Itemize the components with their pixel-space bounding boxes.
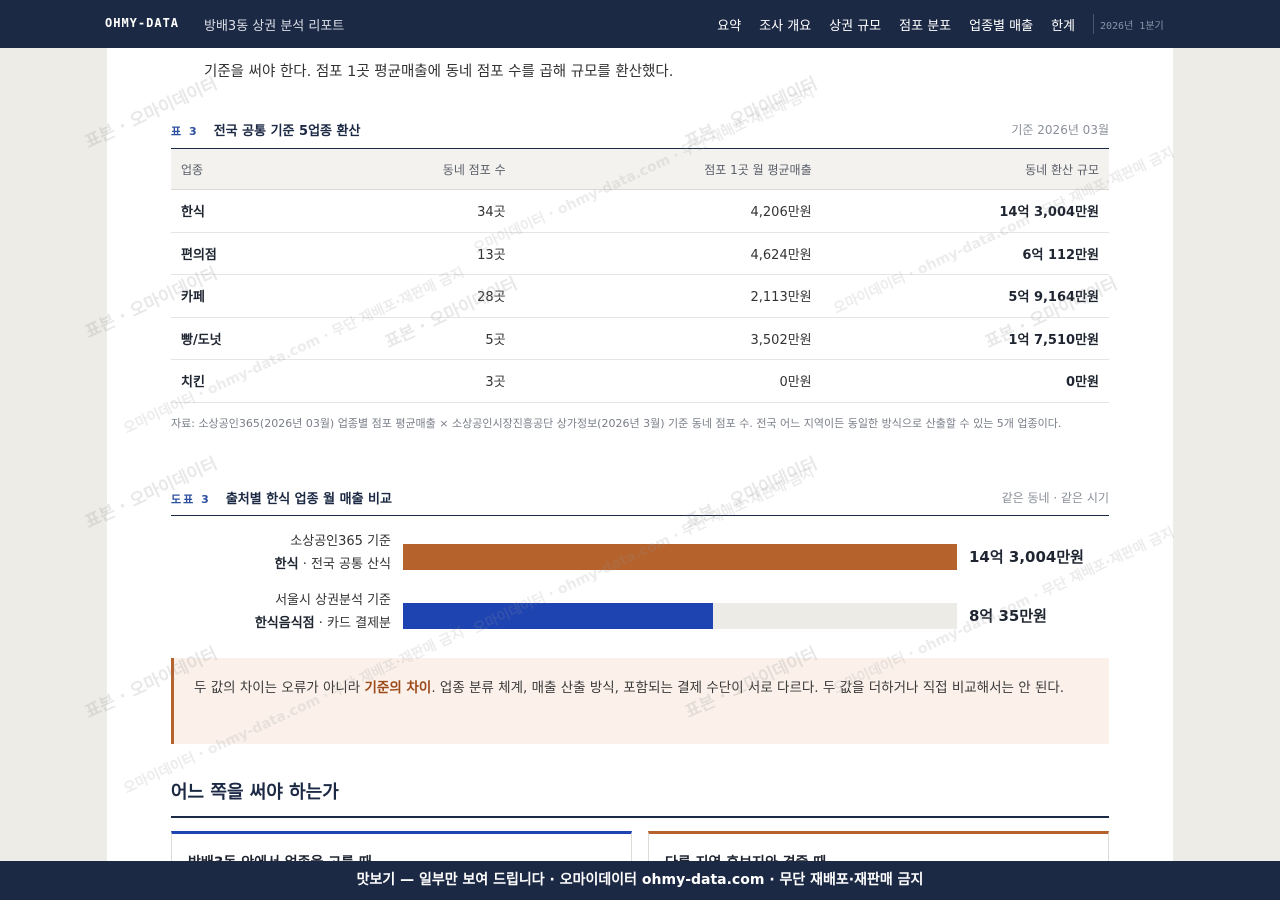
section-nav: 요약 조사 개요 상권 규모 점포 분포 업종별 매출 한계: [717, 15, 1075, 34]
nav-limits[interactable]: 한계: [1051, 15, 1075, 34]
cell-total: 6억 112만원: [821, 232, 1109, 275]
table-caption: 표 3 전국 공통 기준 5업종 환산 기준 2026년 03월: [171, 120, 1109, 139]
bar-category: 한식: [274, 557, 299, 572]
cell-avg: 4,624만원: [515, 232, 822, 275]
cell-category: 편의점: [171, 232, 317, 275]
col-avg-sales: 점포 1곳 월 평균매출: [515, 148, 822, 190]
bar-track: [403, 544, 957, 570]
bar-row-seoul: 서울시 상권분석 기준 한식음식점 · 카드 결제분 8억 35만원: [171, 589, 1109, 639]
figure-tag: 도표 3: [171, 493, 211, 506]
bar-seoul: [403, 603, 714, 629]
cell-avg: 0만원: [515, 359, 822, 403]
col-category: 업종: [171, 148, 317, 190]
table-tag: 표 3: [171, 125, 199, 138]
preview-footer-bar: 맛보기 — 일부만 보여 드립니다 · 오마이데이터 ohmy-data.com…: [0, 861, 1280, 900]
top-nav-bar: OHMY-DATA 방배3동 상권 분석 리포트 요약 조사 개요 상권 규모 …: [0, 0, 1280, 48]
bar-category: 한식음식점: [254, 616, 315, 631]
table-date: 기준 2026년 03월: [1011, 123, 1109, 137]
bar-label: 소상공인365 기준 한식 · 전국 공통 산식: [275, 530, 391, 576]
cell-total: 0만원: [821, 359, 1109, 403]
bar-category-line: 한식음식점 · 카드 결제분: [255, 612, 391, 635]
cell-stores: 28곳: [316, 274, 516, 318]
table-header-row: 업종 동네 점포 수 점포 1곳 월 평균매출 동네 환산 규모: [171, 148, 1109, 190]
cell-category: 한식: [171, 189, 317, 233]
table-source-note: 자료: 소상공인365(2026년 03월) 업종별 점포 평균매출 × 소상공…: [171, 417, 1062, 430]
section-heading: 어느 쪽을 써야 하는가: [171, 778, 1109, 818]
figure-caption: 도표 3 출처별 한식 업종 월 매출 비교 같은 동네 · 같은 시기: [171, 488, 1109, 516]
bar-sbiz365: [403, 544, 957, 570]
nav-summary[interactable]: 요약: [717, 15, 741, 34]
bar-source: 서울시 상권분석 기준: [275, 593, 391, 608]
cell-category: 빵/도넛: [171, 317, 317, 360]
cell-category: 치킨: [171, 359, 317, 403]
table-row: 한식 34곳 4,206만원 14억 3,004만원: [171, 189, 1109, 233]
cell-stores: 34곳: [316, 189, 516, 233]
cell-category: 카페: [171, 274, 317, 318]
table-row: 카페 28곳 2,113만원 5억 9,164만원: [171, 274, 1109, 318]
cell-total: 5억 9,164만원: [821, 274, 1109, 318]
cell-stores: 13곳: [316, 232, 516, 275]
nav-sales-by-category[interactable]: 업종별 매출: [969, 15, 1033, 34]
table-row: 빵/도넛 5곳 3,502만원 1억 7,510만원: [171, 317, 1109, 360]
col-stores: 동네 점포 수: [316, 148, 516, 190]
note-text-before: 두 값의 차이는 오류가 아니라: [194, 680, 365, 696]
nav-store-distribution[interactable]: 점포 분포: [899, 15, 951, 34]
bar-detail: · 전국 공통 산식: [298, 557, 391, 572]
cell-stores: 3곳: [316, 359, 516, 403]
callout-note: 두 값의 차이는 오류가 아니라 기준의 차이. 업종 분류 체계, 매출 산출…: [171, 658, 1109, 744]
cell-avg: 2,113만원: [515, 274, 822, 318]
intro-paragraph: 기준을 써야 한다. 점포 1곳 평균매출에 동네 점포 수를 곱해 규모를 환…: [204, 64, 674, 80]
cell-avg: 4,206만원: [515, 189, 822, 233]
cell-avg: 3,502만원: [515, 317, 822, 360]
cell-stores: 5곳: [316, 317, 516, 360]
nav-overview[interactable]: 조사 개요: [759, 15, 811, 34]
bar-track: [403, 603, 957, 629]
table-row: 편의점 13곳 4,624만원 6억 112만원: [171, 232, 1109, 275]
bar-label: 서울시 상권분석 기준 한식음식점 · 카드 결제분: [255, 589, 391, 635]
cell-total: 14억 3,004만원: [821, 189, 1109, 233]
table-title: 전국 공통 기준 5업종 환산: [213, 124, 361, 139]
sales-table: 업종 동네 점포 수 점포 1곳 월 평균매출 동네 환산 규모 한식 34곳 …: [171, 148, 1109, 403]
bar-source: 소상공인365 기준: [290, 534, 391, 549]
bar-value: 14억 3,004만원: [969, 548, 1084, 566]
nav-market-size[interactable]: 상권 규모: [829, 15, 881, 34]
table-row: 치킨 3곳 0만원 0만원: [171, 359, 1109, 403]
col-total: 동네 환산 규모: [821, 148, 1109, 190]
note-text-after: . 업종 분류 체계, 매출 산출 방식, 포함되는 결제 수단이 서로 다르다…: [431, 680, 1065, 696]
bar-category-line: 한식 · 전국 공통 산식: [275, 553, 391, 576]
figure-note: 같은 동네 · 같은 시기: [1001, 491, 1109, 505]
note-emphasis: 기준의 차이: [364, 680, 432, 696]
report-period: 2026년 1분기: [1100, 21, 1164, 32]
nav-divider: [1093, 14, 1094, 34]
report-subtitle: 방배3동 상권 분석 리포트: [204, 19, 345, 34]
figure-title: 출처별 한식 업종 월 매출 비교: [225, 492, 392, 507]
brand-logo[interactable]: OHMY-DATA: [105, 16, 179, 30]
report-page: 기준을 써야 한다. 점포 1곳 평균매출에 동네 점포 수를 곱해 규모를 환…: [107, 0, 1173, 900]
bar-detail: · 카드 결제분: [314, 616, 391, 631]
cell-total: 1억 7,510만원: [821, 317, 1109, 360]
bar-value: 8억 35만원: [969, 607, 1047, 625]
bar-row-sbiz365: 소상공인365 기준 한식 · 전국 공통 산식 14억 3,004만원: [171, 530, 1109, 580]
